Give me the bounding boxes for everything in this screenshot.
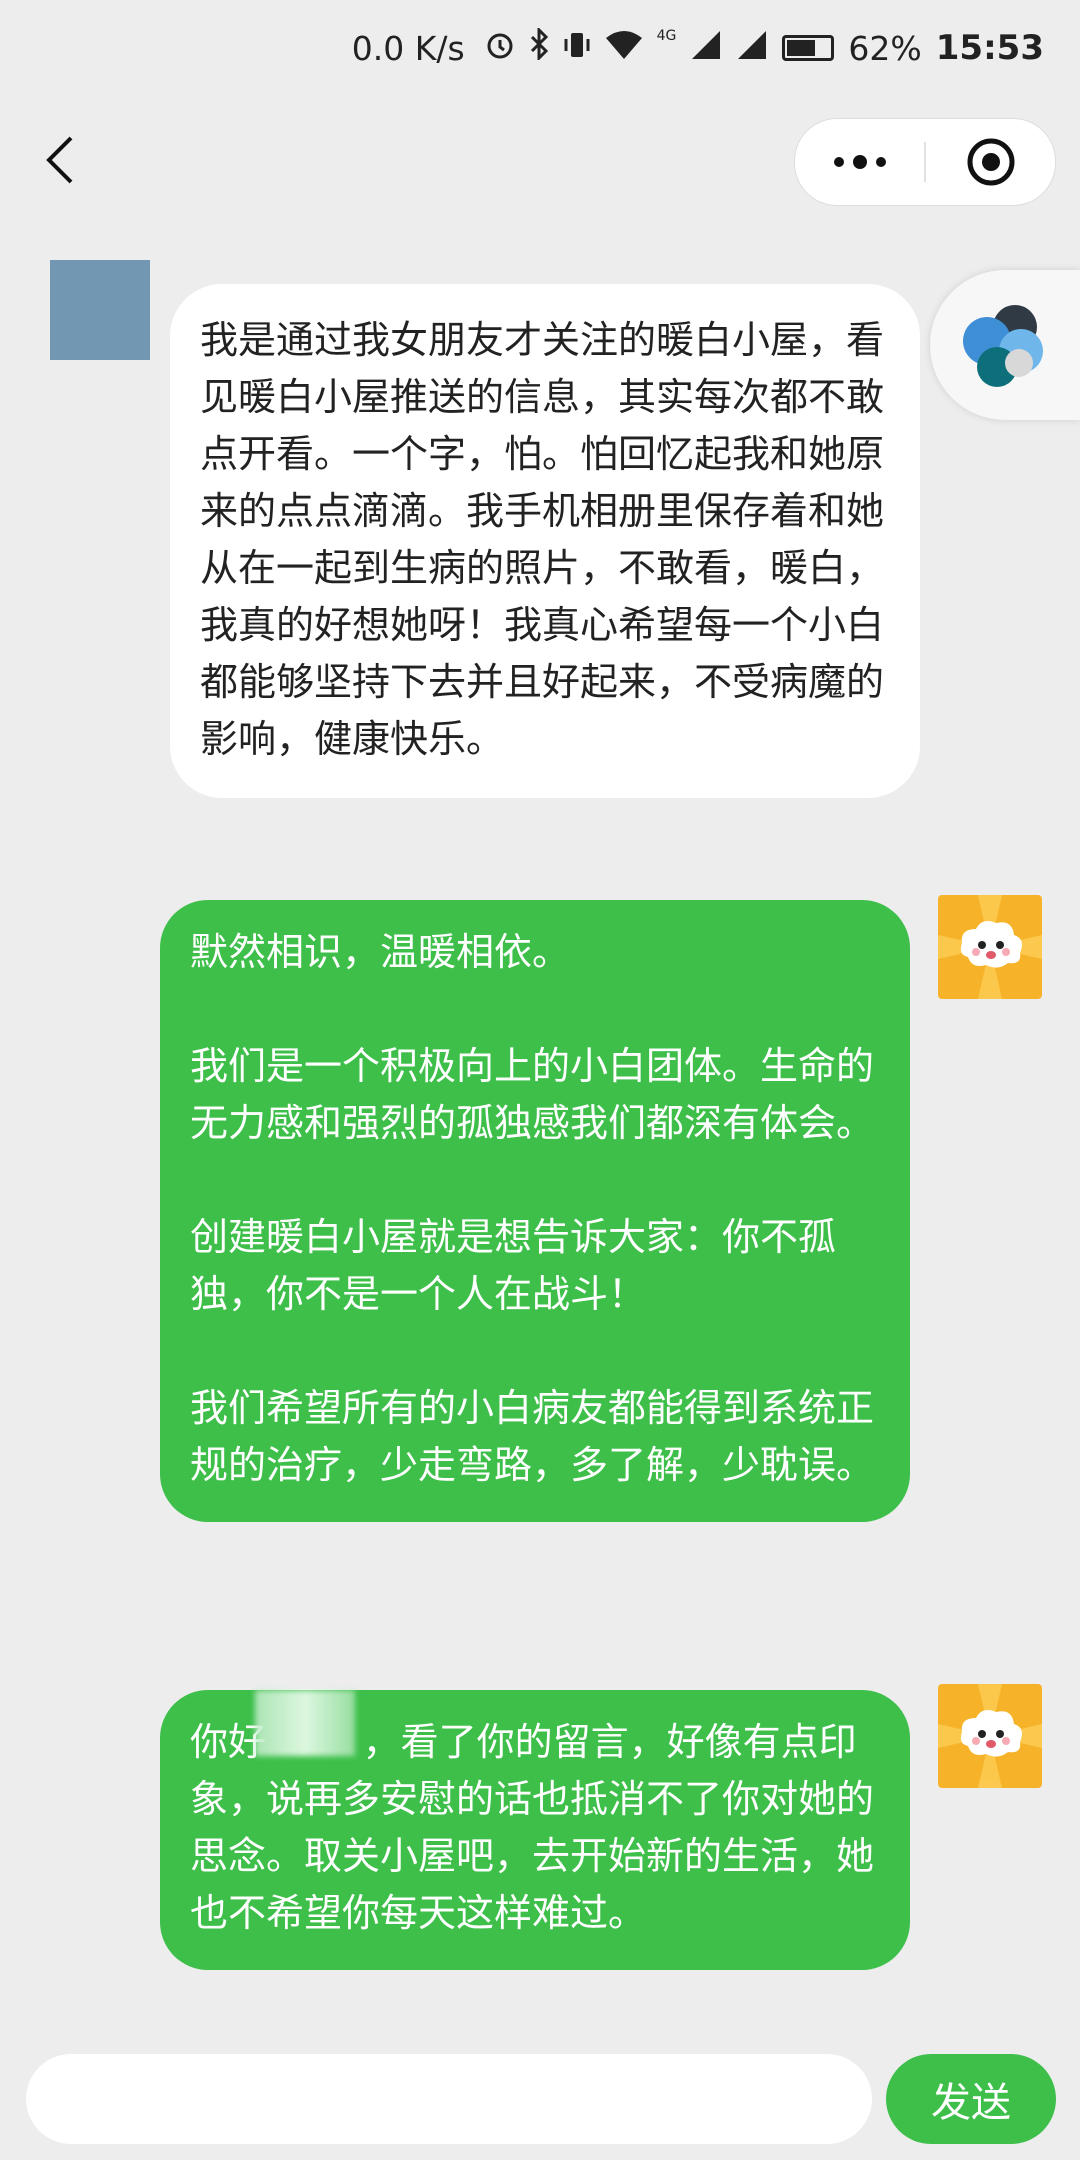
alarm-icon [485,29,515,68]
send-button[interactable]: 发送 [886,2054,1056,2144]
bluetooth-icon [529,26,549,68]
close-button[interactable] [926,119,1055,205]
message-bubble-outgoing-1: 默然相识，温暖相依。 我们是一个积极向上的小白团体。生命的无力感和强烈的孤独感我… [160,900,910,1522]
cloud-mascot-icon [938,895,1042,999]
message-input[interactable] [26,2054,872,2144]
redacted-name-blur [255,1690,355,1756]
bot-avatar-2[interactable] [938,1684,1042,1788]
user-avatar[interactable] [50,260,150,360]
chevron-left-icon [46,136,73,184]
net-speed: 0.0 K/s [351,28,465,68]
message-bubble-incoming: 我是通过我女朋友才关注的暖白小屋，看见暖白小屋推送的信息，其实每次都不敢点开看。… [170,284,920,798]
battery-icon [782,35,835,61]
vibrate-icon [563,29,591,68]
wifi-icon [605,29,643,68]
signal-icon [690,29,722,68]
input-bar: 发送 [0,2040,1080,2160]
signal-icon-2 [736,29,768,68]
battery-percent: 62% [848,28,922,68]
network-type: 4G [656,28,677,44]
cloud-mascot-icon [938,1684,1042,1788]
back-button[interactable] [30,128,90,192]
floating-assistant-button[interactable] [930,270,1080,420]
status-bar: 0.0 K/s 4G 62% 15:53 [0,0,1080,96]
more-dots-icon [833,155,886,169]
bot-avatar[interactable] [938,895,1042,999]
chat-page: 0.0 K/s 4G 62% 15:53 我是通过我女朋友才关注的暖白小屋，看见… [0,0,1080,2160]
clock: 15:53 [935,28,1044,68]
nav-bar [0,110,1080,210]
more-button[interactable] [795,119,924,205]
mini-program-capsule [794,118,1056,206]
target-icon [967,138,1014,186]
assistant-logo-icon [963,305,1043,387]
